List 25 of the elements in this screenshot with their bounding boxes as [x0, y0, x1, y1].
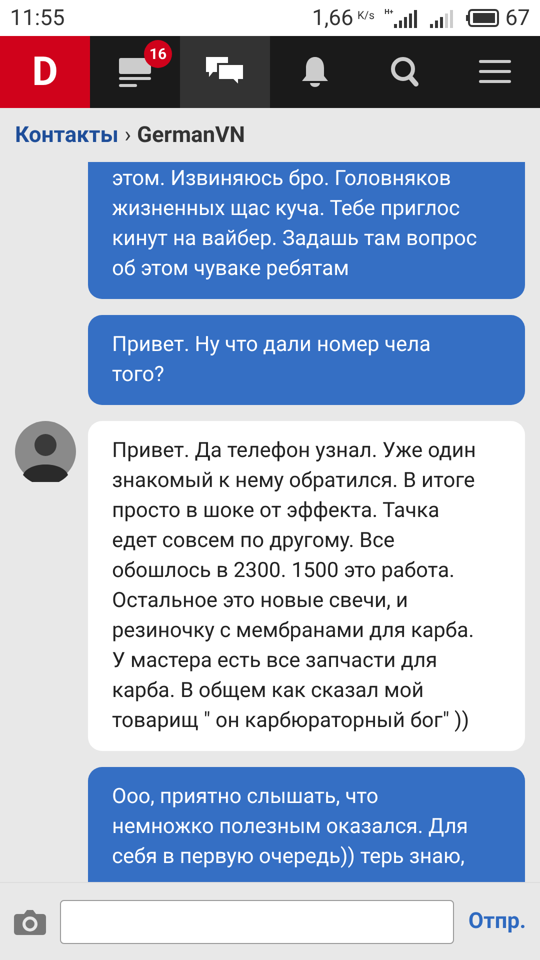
notification-badge: 16 — [144, 40, 172, 68]
battery-icon — [465, 9, 500, 27]
menu-icon — [479, 58, 511, 86]
bell-icon — [300, 56, 330, 88]
nav-tab[interactable] — [180, 36, 270, 108]
camera-icon[interactable] — [14, 908, 46, 936]
sent-message: Привет. Ну что дали номер чела того? — [88, 315, 525, 405]
contact-name: GermanVN — [137, 122, 246, 150]
clock: 11:55 — [10, 4, 65, 32]
battery-level: 67 — [505, 4, 530, 32]
sent-message: этом. Извиняюсь бро. Головняков жизненных щас куча. Тебе приглос кинут на вайбер. Задашь там вопрос об этом чуваке ребятам — [88, 162, 525, 299]
feed-icon — [118, 56, 152, 88]
received-message: Привет. Да телефон узнал. Уже один знакомый к нему обратился. В итоге просто в шоке от эффекта. Тачка едет совсем по другому. Все обошлось в 2300. 1500 это работа. Остальное это новые свечи, и резиночку с мембранами для карба. У мастера есть все запчасти для карба. В общем как сказал мой товарищ " он карбюраторный бог" )) — [88, 421, 525, 751]
send-button[interactable]: Отпр. — [468, 905, 526, 938]
speed-unit: K/s — [357, 8, 374, 24]
signal-icon — [393, 8, 420, 28]
avatar[interactable] — [15, 421, 76, 482]
message-input[interactable] — [60, 900, 454, 944]
search-icon — [390, 56, 420, 88]
breadcrumb-link[interactable]: Контакты — [15, 118, 118, 152]
network-speed: 1,66 — [312, 4, 354, 32]
logo[interactable]: D — [0, 36, 90, 108]
sent-message: Ооо, приятно слышать, что немножко полезным оказался. Для себя в первую очередь)) терь знаю, — [88, 767, 525, 882]
breadcrumb-separator: › — [124, 122, 132, 150]
signal-icon — [429, 8, 456, 28]
